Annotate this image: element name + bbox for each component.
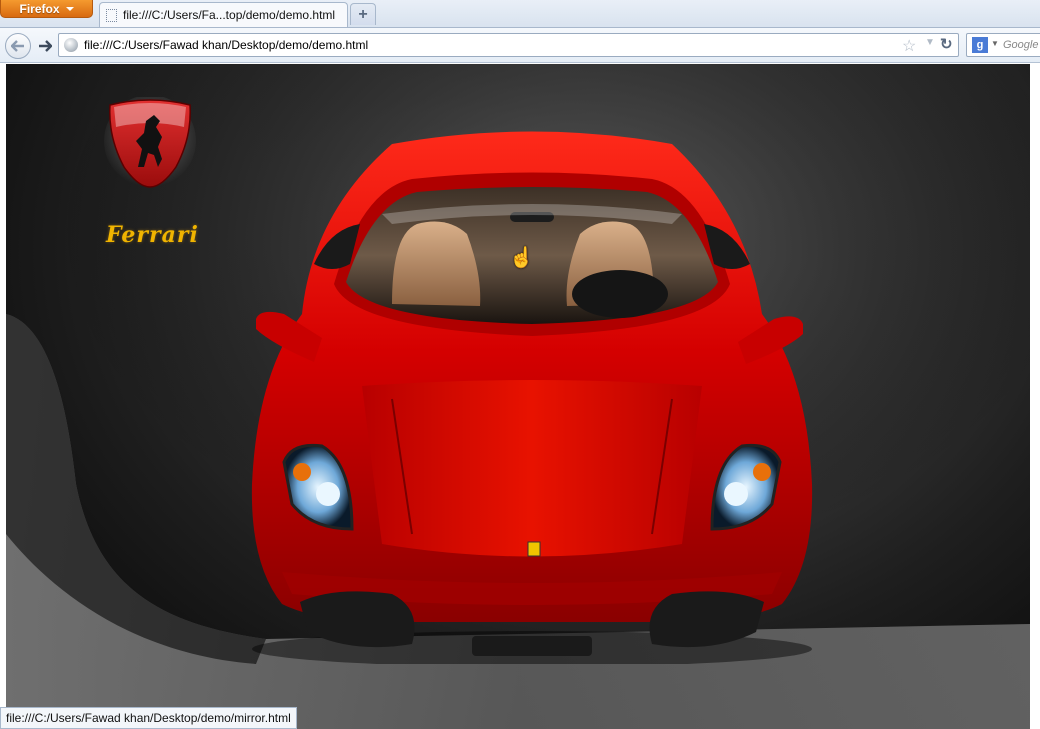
forward-arrow-icon xyxy=(39,40,52,52)
firefox-menu-button[interactable]: Firefox xyxy=(0,0,93,18)
search-bar[interactable]: g ▼ Google xyxy=(966,33,1040,57)
ferrari-stage: Ferrari ☝ xyxy=(6,64,1030,729)
new-tab-plus-icon: + xyxy=(358,5,368,23)
google-icon[interactable]: g xyxy=(972,37,988,53)
search-engine-dropdown-icon[interactable]: ▼ xyxy=(991,39,999,48)
menu-caret-icon xyxy=(65,7,74,11)
back-arrow-icon xyxy=(11,40,24,52)
search-input[interactable]: Google xyxy=(1003,39,1038,51)
star-icon[interactable]: ☆ xyxy=(902,36,916,56)
ferrari-shield-logo xyxy=(104,97,196,188)
url-text[interactable]: file:///C:/Users/Fawad khan/Desktop/demo… xyxy=(84,38,368,52)
globe-icon xyxy=(64,38,78,52)
url-bar[interactable]: file:///C:/Users/Fawad khan/Desktop/demo… xyxy=(58,33,959,57)
back-button[interactable] xyxy=(5,33,31,59)
page-icon xyxy=(106,8,117,22)
tab-title: file:///C:/Users/Fa...top/demo/demo.html xyxy=(123,8,336,22)
status-bar-link-preview: file:///C:/Users/Fawad khan/Desktop/demo… xyxy=(0,707,297,729)
title-bar: Firefox file:///C:/Users/Fa...top/demo/d… xyxy=(0,0,1040,27)
hand-cursor-icon: ☝ xyxy=(509,247,534,269)
ferrari-wordmark: Ferrari xyxy=(106,222,199,248)
ferrari-car-image[interactable] xyxy=(242,124,817,664)
chevron-down-icon[interactable]: ▼ xyxy=(925,37,935,48)
new-tab-button[interactable]: + xyxy=(350,3,376,25)
reload-icon[interactable]: ↻ xyxy=(940,35,953,53)
firefox-menu-label: Firefox xyxy=(19,1,60,16)
navigation-bar: file:///C:/Users/Fawad khan/Desktop/demo… xyxy=(0,27,1040,63)
tab-active[interactable]: file:///C:/Users/Fa...top/demo/demo.html xyxy=(99,2,348,27)
page-content: Ferrari ☝ xyxy=(0,63,1040,729)
forward-button[interactable] xyxy=(34,35,56,57)
